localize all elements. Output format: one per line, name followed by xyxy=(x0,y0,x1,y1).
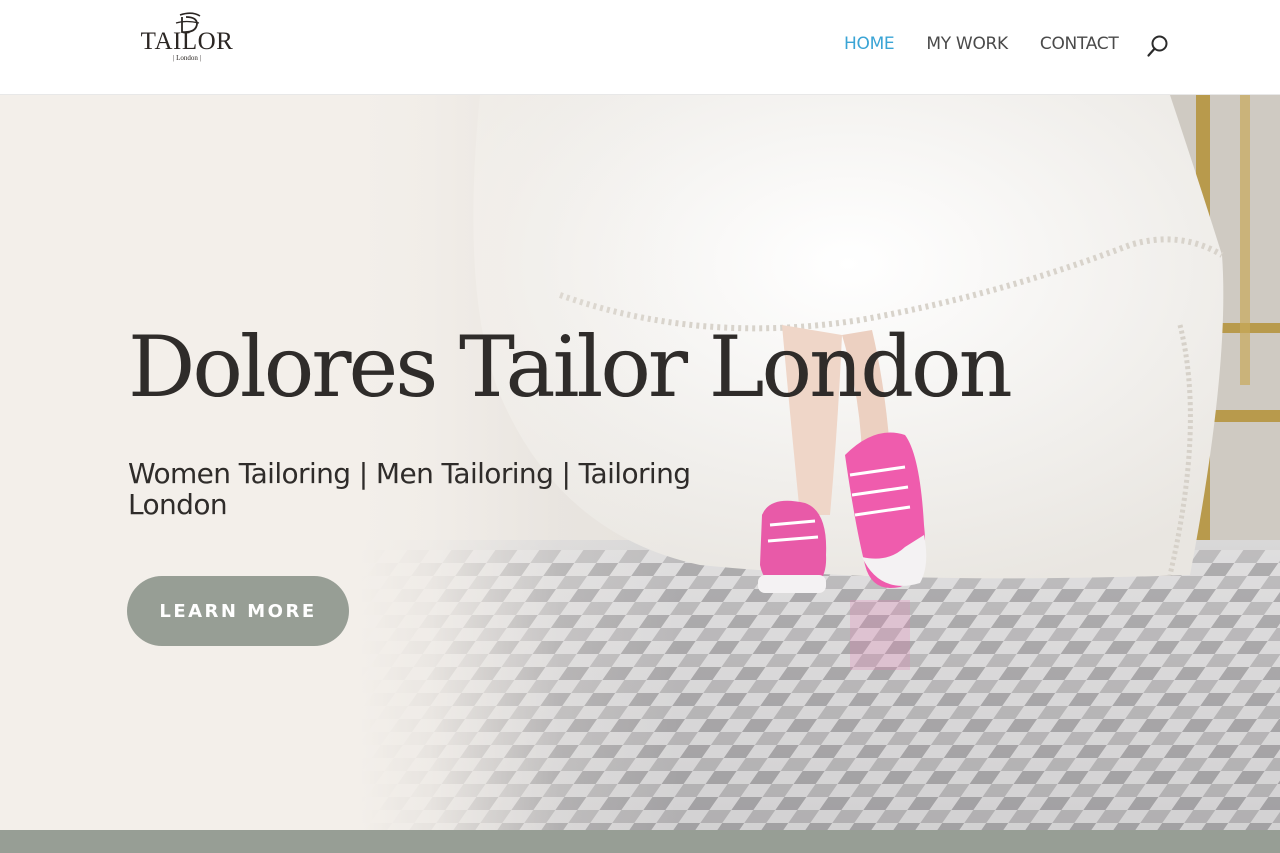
learn-more-button[interactable]: LEARN MORE xyxy=(127,576,349,646)
nav-my-work[interactable]: MY WORK xyxy=(926,34,1008,54)
search-button[interactable] xyxy=(1146,34,1170,58)
logo-subtitle: | London | xyxy=(172,54,202,62)
nav-home[interactable]: HOME xyxy=(844,34,895,54)
search-icon xyxy=(1147,35,1168,57)
nav-contact[interactable]: CONTACT xyxy=(1040,34,1119,54)
section-divider-band xyxy=(0,830,1280,853)
logo-wordmark: TAILOR xyxy=(140,28,234,55)
main-nav: HOME MY WORK CONTACT xyxy=(844,34,1150,54)
hero-subtitle: Women Tailoring | Men Tailoring | Tailor… xyxy=(128,457,691,521)
site-logo[interactable]: TAILOR | London | xyxy=(138,12,236,78)
hero-title: Dolores Tailor London xyxy=(128,318,1013,416)
site-header: TAILOR | London | HOME MY WORK CONTACT xyxy=(0,0,1280,95)
hero-section: Dolores Tailor London Women Tailoring | … xyxy=(0,95,1280,830)
